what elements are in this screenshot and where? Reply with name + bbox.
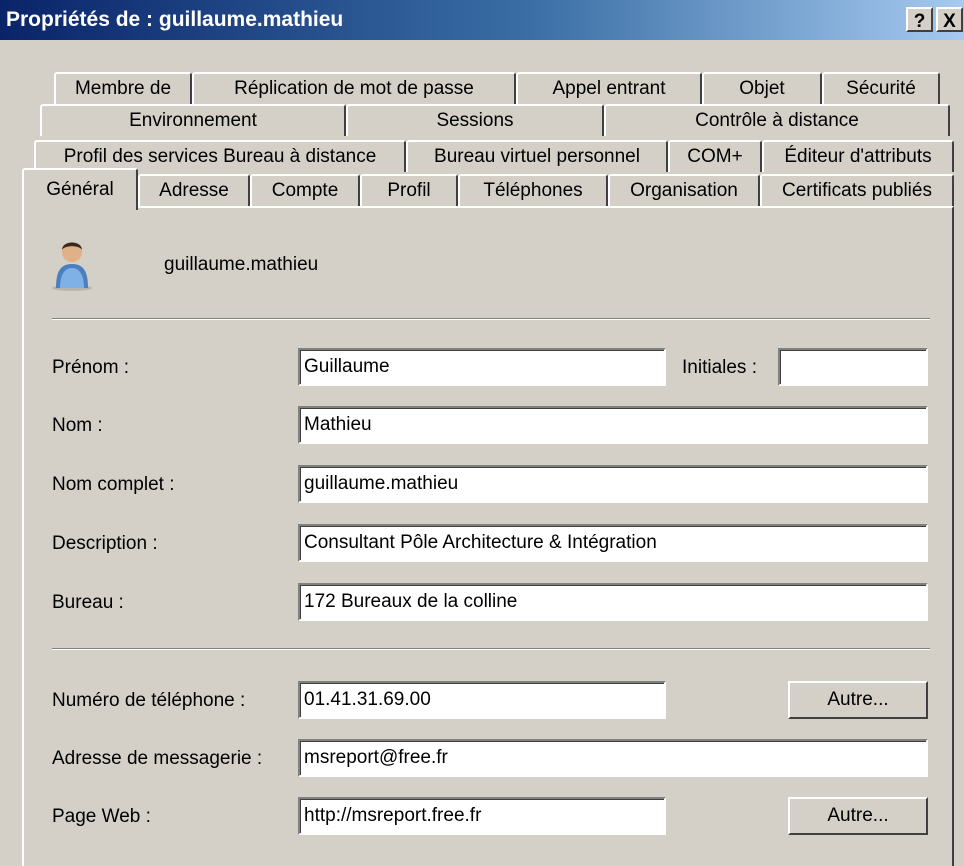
title-bar: Propriétés de : guillaume.mathieu ? X [0, 0, 964, 40]
email-field[interactable]: msreport@free.fr [298, 739, 928, 777]
tab-adresse[interactable]: Adresse [138, 174, 250, 206]
first-name-field[interactable]: Guillaume [298, 348, 666, 386]
initials-label: Initiales : [682, 357, 757, 378]
tab-environnement[interactable]: Environnement [40, 104, 346, 136]
phone-other-button[interactable]: Autre... [788, 681, 928, 719]
tab-compte[interactable]: Compte [250, 174, 360, 206]
tab-securite[interactable]: Sécurité [822, 72, 940, 104]
description-field[interactable]: Consultant Pôle Architecture & Intégrati… [298, 524, 928, 562]
tab-certificats-publies[interactable]: Certificats publiés [760, 174, 954, 206]
tab-replication-mot-de-passe[interactable]: Réplication de mot de passe [192, 72, 516, 104]
full-name-field[interactable]: guillaume.mathieu [298, 465, 928, 503]
close-button[interactable]: X [936, 7, 963, 32]
window-title: Propriétés de : guillaume.mathieu [6, 8, 344, 31]
office-label: Bureau : [52, 592, 124, 613]
phone-field[interactable]: 01.41.31.69.00 [298, 681, 666, 719]
last-name-field[interactable]: Mathieu [298, 406, 928, 444]
tab-organisation[interactable]: Organisation [608, 174, 760, 206]
web-page-field[interactable]: http://msreport.free.fr [298, 797, 666, 835]
separator-top [52, 318, 930, 320]
tab-editeur-attributs[interactable]: Éditeur d'attributs [762, 140, 954, 172]
tab-telephones[interactable]: Téléphones [458, 174, 608, 206]
description-label: Description : [52, 533, 158, 554]
separator-bottom [52, 648, 930, 650]
user-display-name: guillaume.mathieu [164, 254, 319, 275]
tab-sessions[interactable]: Sessions [346, 104, 604, 136]
initials-field[interactable] [778, 348, 928, 386]
last-name-label: Nom : [52, 415, 103, 436]
tab-bureau-virtuel-personnel[interactable]: Bureau virtuel personnel [406, 140, 668, 172]
tab-com-plus[interactable]: COM+ [668, 140, 762, 172]
tab-appel-entrant[interactable]: Appel entrant [516, 72, 702, 104]
tab-objet[interactable]: Objet [702, 72, 822, 104]
user-icon [52, 242, 92, 291]
first-name-label: Prénom : [52, 357, 130, 378]
office-field[interactable]: 172 Bureaux de la colline [298, 583, 928, 621]
tab-controle-a-distance[interactable]: Contrôle à distance [604, 104, 950, 136]
phone-label: Numéro de téléphone : [52, 690, 246, 711]
tab-general[interactable]: Général [22, 168, 138, 210]
email-label: Adresse de messagerie : [52, 748, 263, 769]
help-button[interactable]: ? [906, 7, 933, 32]
full-name-label: Nom complet : [52, 474, 175, 495]
tab-profil[interactable]: Profil [360, 174, 458, 206]
web-page-other-button[interactable]: Autre... [788, 797, 928, 835]
web-page-label: Page Web : [52, 806, 151, 827]
tab-membre-de[interactable]: Membre de [54, 72, 192, 104]
